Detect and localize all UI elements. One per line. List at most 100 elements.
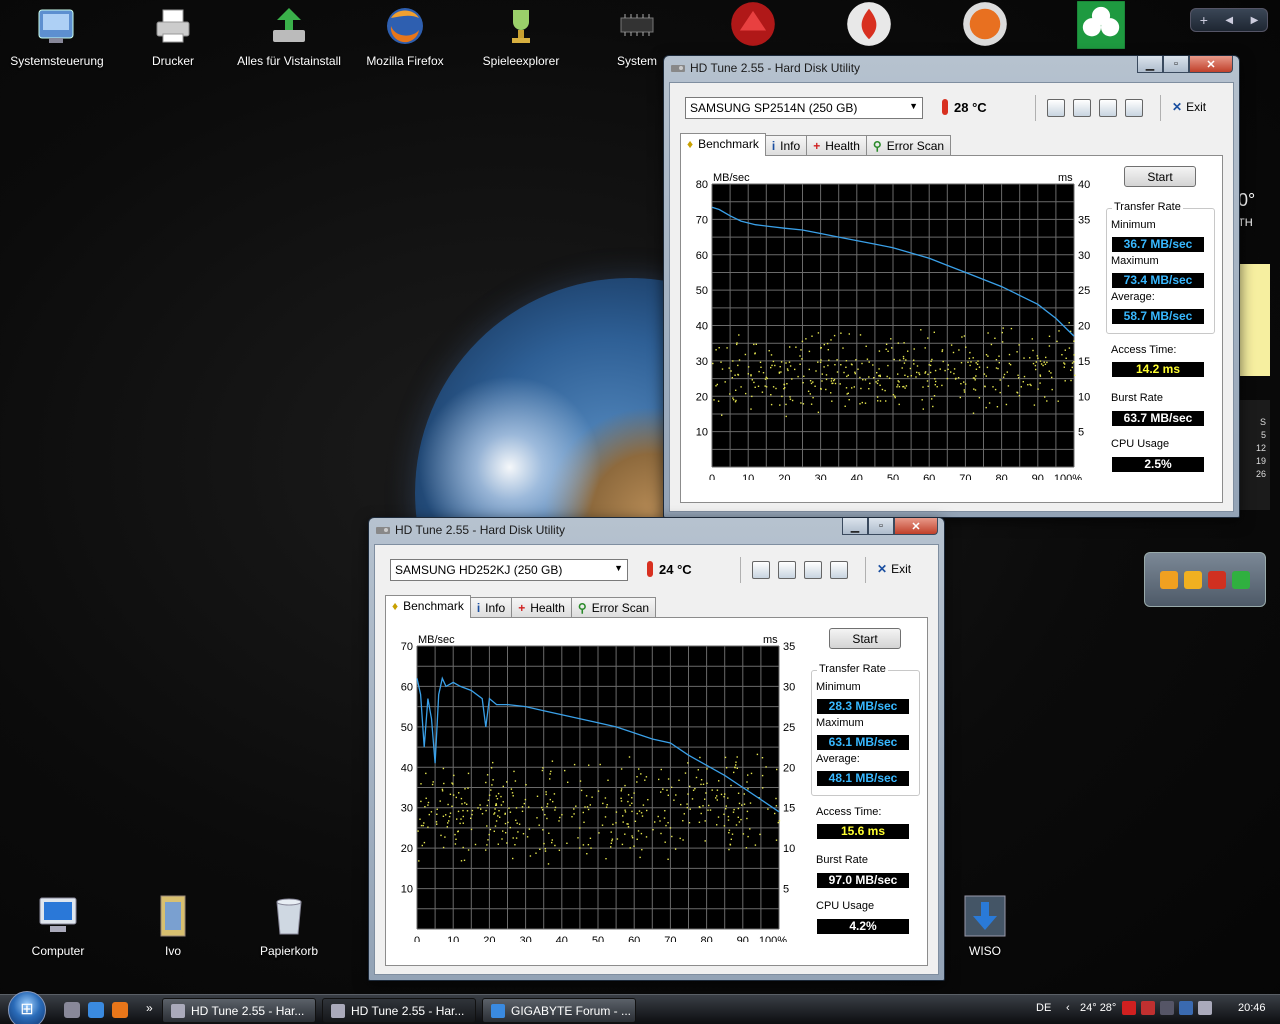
close-button[interactable]: ✕ — [1189, 56, 1233, 73]
access-time-point — [879, 400, 882, 402]
access-time-point — [808, 350, 811, 353]
access-time-point — [493, 813, 495, 815]
access-time-point — [881, 388, 884, 391]
quick-launch-overflow-icon[interactable]: » — [146, 1001, 153, 1015]
maximize-button[interactable]: ▫ — [868, 518, 894, 535]
access-time-point — [788, 361, 791, 363]
access-time-point — [1033, 404, 1036, 406]
desktop-icon-nero[interactable] — [814, 0, 924, 54]
language-indicator[interactable]: DE — [1036, 1002, 1051, 1014]
ati-icon[interactable] — [1122, 1001, 1136, 1015]
options-icon[interactable] — [1125, 99, 1143, 117]
firefox-icon[interactable] — [112, 1002, 128, 1018]
copy-info-icon[interactable] — [1047, 99, 1065, 117]
access-time-point — [585, 795, 588, 797]
access-time-point — [785, 415, 787, 418]
internet-explorer-icon[interactable] — [88, 1002, 104, 1018]
sidebar-gadget-controls[interactable]: + ◀ ▶ — [1190, 8, 1268, 32]
tray-expand-icon[interactable]: ‹ — [1066, 1002, 1070, 1014]
copy-all-icon[interactable] — [1073, 99, 1091, 117]
key-icon[interactable] — [1160, 570, 1178, 589]
access-time-point — [819, 361, 822, 363]
flame-icon — [847, 2, 891, 46]
window-titlebar[interactable]: HD Tune 2.55 - Hard Disk Utility ▁ ▫ ✕ — [664, 56, 1239, 82]
restart-icon[interactable] — [1232, 570, 1250, 589]
desktop-icon-games-explorer[interactable]: Spieleexplorer — [466, 4, 576, 68]
taskbar-button-hdtune-2[interactable]: HD Tune 2.55 - Har... — [322, 998, 476, 1023]
access-time-point — [697, 769, 699, 771]
desktop-icon-firefox[interactable]: Mozilla Firefox — [350, 4, 460, 68]
y-tick-label: 70 — [401, 641, 413, 653]
access-time-point — [745, 392, 747, 395]
chevron-left-icon[interactable]: ◀ — [1225, 15, 1233, 26]
access-time-point — [488, 794, 491, 796]
tab-error-scan[interactable]: ⚲ Error Scan — [865, 135, 952, 156]
tab-bar: ♦ Benchmark i Info + Health ⚲ Error Scan — [680, 133, 952, 156]
tray-app-icon[interactable] — [1141, 1001, 1155, 1015]
start-orb-button[interactable]: ⊞ — [8, 991, 46, 1024]
access-time-point — [1034, 364, 1037, 367]
drive-select[interactable]: SAMSUNG SP2514N (250 GB) ▼ — [685, 97, 923, 119]
minimize-button[interactable]: ▁ — [1137, 56, 1163, 73]
desktop-icon-user-folder[interactable]: Ivo — [118, 894, 228, 958]
weather-gadget: 0° TH — [1238, 190, 1270, 246]
access-time-point — [571, 816, 573, 818]
access-time-point — [799, 355, 801, 357]
temperature-display: 28 °C — [942, 99, 987, 115]
start-button[interactable]: Start — [1124, 166, 1196, 187]
access-time-point — [1018, 377, 1020, 379]
desktop-icon-app-red[interactable] — [698, 0, 808, 54]
tab-info[interactable]: i Info — [764, 135, 808, 156]
access-time-label: Access Time: — [1111, 344, 1177, 356]
drive-select[interactable]: SAMSUNG HD252KJ (250 GB) ▼ — [390, 559, 628, 581]
start-button[interactable]: Start — [829, 628, 901, 649]
hdtune-window-1[interactable]: HD Tune 2.55 - Hard Disk Utility ▁ ▫ ✕ S… — [663, 55, 1240, 518]
maximize-button[interactable]: ▫ — [1163, 56, 1189, 73]
save-icon[interactable] — [804, 561, 822, 579]
task-label: HD Tune 2.55 - Har... — [191, 1004, 305, 1018]
copy-info-icon[interactable] — [752, 561, 770, 579]
window-titlebar[interactable]: HD Tune 2.55 - Hard Disk Utility ▁ ▫ ✕ — [369, 518, 944, 544]
save-icon[interactable] — [1099, 99, 1117, 117]
taskbar-button-hdtune-1[interactable]: HD Tune 2.55 - Har... — [162, 998, 316, 1023]
taskbar-button-gigabyte-forum[interactable]: GIGABYTE Forum - ... — [482, 998, 636, 1023]
exit-button[interactable]: ✕ Exit — [877, 562, 911, 576]
tab-health[interactable]: + Health — [511, 597, 572, 618]
options-icon[interactable] — [830, 561, 848, 579]
desktop-icon-recycle-bin[interactable]: Papierkorb — [234, 894, 344, 958]
tab-info[interactable]: i Info — [469, 597, 513, 618]
close-button[interactable]: ✕ — [894, 518, 938, 535]
copy-all-icon[interactable] — [778, 561, 796, 579]
chevron-right-icon[interactable]: ▶ — [1251, 15, 1259, 26]
y2-tick-label: 10 — [1078, 391, 1090, 403]
volume-icon[interactable] — [1198, 1001, 1212, 1015]
clock[interactable]: 20:46 — [1238, 1002, 1266, 1014]
desktop-icon-vistainstall[interactable]: Alles für Vistainstall — [234, 4, 344, 68]
tab-benchmark[interactable]: ♦ Benchmark — [680, 133, 766, 156]
access-time-point — [854, 371, 856, 373]
shutdown-icon[interactable] — [1208, 570, 1226, 589]
desktop-icon-printer[interactable]: Drucker — [118, 4, 228, 68]
minimize-button[interactable]: ▁ — [842, 518, 868, 535]
tray-app-icon[interactable] — [1160, 1001, 1174, 1015]
hdtune-window-2[interactable]: HD Tune 2.55 - Hard Disk Utility ▁ ▫ ✕ S… — [368, 517, 945, 981]
shutdown-gadget — [1144, 552, 1266, 607]
tab-benchmark[interactable]: ♦ Benchmark — [385, 595, 471, 618]
desktop-icon-computer[interactable]: Computer — [3, 894, 113, 958]
desktop-icon-wiso[interactable]: WISO — [930, 894, 1040, 958]
show-desktop-icon[interactable] — [64, 1002, 80, 1018]
access-time-point — [814, 385, 816, 387]
power-icon[interactable] — [1184, 570, 1202, 589]
desktop-icon-clover[interactable] — [1046, 0, 1156, 56]
notes-gadget[interactable] — [1240, 264, 1270, 376]
access-time-point — [1043, 361, 1045, 363]
add-gadget-icon[interactable]: + — [1200, 12, 1208, 28]
network-icon[interactable] — [1179, 1001, 1193, 1015]
desktop-icon-dj[interactable] — [930, 0, 1040, 54]
exit-button[interactable]: ✕ Exit — [1172, 100, 1206, 114]
tab-health[interactable]: + Health — [806, 135, 867, 156]
access-time-point — [667, 822, 669, 824]
desktop-icon-control-panel[interactable]: Systemsteuerung — [2, 4, 112, 68]
access-time-point — [977, 360, 979, 362]
tab-error-scan[interactable]: ⚲ Error Scan — [570, 597, 657, 618]
